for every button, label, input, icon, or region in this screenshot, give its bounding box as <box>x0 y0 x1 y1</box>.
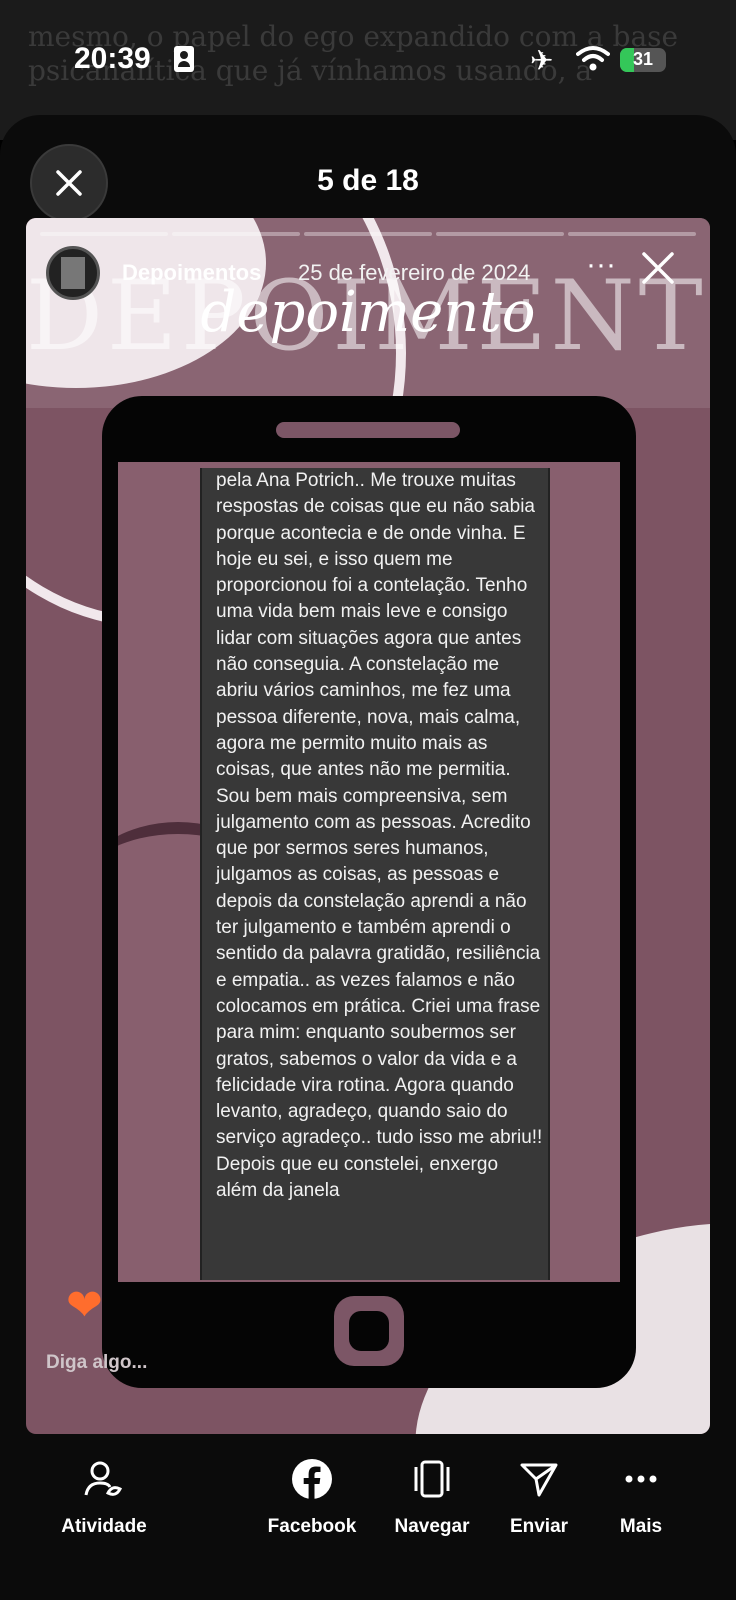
more-icon <box>581 1450 701 1508</box>
story-date: 25 de fevereiro de 2024 <box>298 260 531 285</box>
phone-home-button <box>334 1296 404 1366</box>
airplane-mode-icon: ✈ <box>530 45 554 76</box>
story-username[interactable]: Depoimentos <box>122 260 261 286</box>
progress-segment <box>172 232 300 236</box>
facebook-icon <box>252 1450 372 1508</box>
story-progress-bar <box>40 232 696 236</box>
more-label: Mais <box>619 1516 663 1537</box>
progress-segment <box>568 232 696 236</box>
avatar[interactable] <box>46 246 100 300</box>
navigate-icon <box>372 1450 492 1508</box>
battery-percent: 31 <box>632 49 654 69</box>
wifi-icon <box>576 44 610 77</box>
progress-segment <box>40 232 168 236</box>
close-icon <box>642 252 674 284</box>
close-story-button[interactable] <box>638 248 678 293</box>
phone-screen: pela Ana Potrich.. Me trouxe muitas resp… <box>118 462 620 1282</box>
progress-segment <box>436 232 564 236</box>
story-card[interactable]: DEPOIMENTO depoimento Depoimentos 25 de … <box>26 218 710 1434</box>
contact-card-icon <box>174 46 194 72</box>
navigate-label: Navegar <box>394 1516 470 1537</box>
navigate-button[interactable]: Navegar <box>372 1450 492 1538</box>
activity-button[interactable]: Atividade <box>44 1450 164 1538</box>
story-script-title: depoimento <box>200 280 536 345</box>
status-time: 20:39 <box>74 42 151 75</box>
progress-segment <box>304 232 432 236</box>
testimonial-screenshot: pela Ana Potrich.. Me trouxe muitas resp… <box>200 468 550 1280</box>
facebook-button[interactable]: Facebook <box>252 1450 372 1538</box>
phone-frame-graphic: pela Ana Potrich.. Me trouxe muitas resp… <box>102 396 636 1388</box>
activity-label: Atividade <box>61 1516 147 1537</box>
more-button[interactable]: Mais <box>581 1450 701 1538</box>
reply-input[interactable]: Diga algo... <box>46 1352 147 1374</box>
like-heart-icon[interactable]: ❤ <box>66 1280 103 1331</box>
testimonial-text: pela Ana Potrich.. Me trouxe muitas resp… <box>216 470 543 1202</box>
activity-icon <box>44 1450 164 1508</box>
story-action-bar: Atividade Facebook Navegar Enviar Mais <box>0 1450 736 1570</box>
more-options-icon[interactable]: ··· <box>586 248 616 282</box>
page-counter-title: 5 de 18 <box>317 164 419 197</box>
battery-indicator: 31 <box>620 48 666 72</box>
facebook-label: Facebook <box>267 1516 357 1537</box>
phone-speaker <box>276 422 460 438</box>
